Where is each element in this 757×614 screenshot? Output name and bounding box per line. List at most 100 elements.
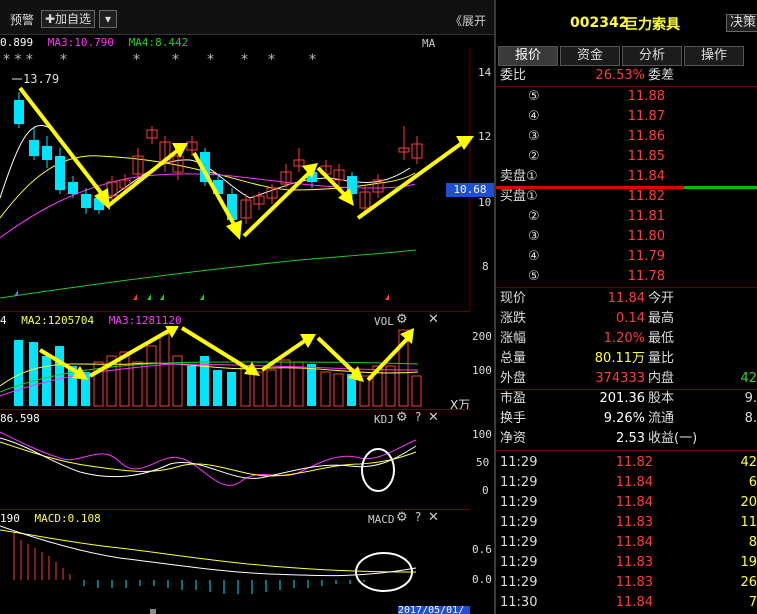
tick-row: 11:29 11.84 6: [496, 473, 757, 492]
sell-2[interactable]: ② 11.85: [496, 147, 757, 166]
alert-button[interactable]: 预警: [10, 11, 34, 28]
add-watchlist-button[interactable]: ✚加自选: [41, 10, 96, 28]
close-icon[interactable]: ✕: [428, 312, 439, 327]
candle: [14, 100, 24, 124]
weicha-label: 委差: [648, 68, 675, 83]
tab-funds[interactable]: 资金: [560, 46, 620, 66]
tick-time: 11:29: [500, 495, 538, 510]
sell-label: ③: [528, 129, 540, 144]
tab-quote[interactable]: 报价: [498, 46, 558, 66]
signal-marker: [133, 294, 137, 300]
tick-time: 11:29: [500, 475, 538, 490]
macd-chart[interactable]: [0, 522, 470, 606]
signal-marker: [385, 294, 389, 300]
quote-tabs: 报价 资金 分析 操作: [498, 46, 757, 66]
tick-price: 11.84: [615, 535, 653, 550]
star-mark: *: [60, 52, 67, 68]
stock-code: 002342: [570, 15, 629, 31]
stat-label: 总量: [500, 351, 527, 366]
y-tick: 10: [478, 196, 492, 209]
buy-price: 11.80: [627, 229, 665, 244]
stat-row: 外盘 374333 内盘 42: [496, 369, 757, 388]
stat-label: 涨幅: [500, 331, 527, 346]
candlestick-chart[interactable]: * * * * * * * * * * 13.79: [0, 48, 494, 310]
buy-2[interactable]: ② 11.81: [496, 207, 757, 226]
stat-value: 201.36: [599, 391, 646, 406]
sell-price: 11.86: [627, 129, 665, 144]
divider: [496, 450, 757, 451]
stat-value: 8.: [744, 411, 757, 426]
y-tick: 12: [478, 130, 492, 143]
stat-label: 现价: [500, 291, 527, 306]
stat-label: 换手: [500, 411, 527, 426]
sell-label: ④: [528, 109, 540, 124]
tick-volume: 6: [748, 475, 757, 490]
tick-volume: 7: [748, 595, 757, 610]
stat-row: 涨跌 0.14 最高: [496, 309, 757, 328]
buy-price: 11.79: [627, 249, 665, 264]
gear-icon[interactable]: ⚙: [396, 312, 408, 327]
tick-time: 11:29: [500, 455, 538, 470]
sell-price: 11.84: [627, 169, 665, 184]
star-mark: *: [207, 52, 214, 68]
stat-row: 换手 9.26% 流通 8.: [496, 409, 757, 428]
tab-analysis[interactable]: 分析: [622, 46, 682, 66]
chevron-down-icon: ▾: [104, 12, 112, 26]
quote-panel: 002342 巨力索具 决策 报价 资金 分析 操作 委比 26.53% 委差 …: [496, 0, 757, 614]
tab-operation[interactable]: 操作: [684, 46, 744, 66]
tick-price: 11.84: [615, 495, 653, 510]
tick-row: 11:30 11.84 7: [496, 593, 757, 612]
macd-cyan-bars: [83, 580, 365, 594]
decision-button[interactable]: 决策: [726, 14, 757, 32]
tick-row: 11:29 11.82 42: [496, 453, 757, 472]
sell-4[interactable]: ④ 11.87: [496, 107, 757, 126]
buy-3[interactable]: ③ 11.80: [496, 227, 757, 246]
star-mark: *: [133, 52, 140, 68]
expand-button[interactable]: 《展开: [450, 12, 486, 29]
tick-time: 11:29: [500, 515, 538, 530]
sell-1[interactable]: 卖盘① 11.84: [496, 167, 757, 186]
signal-marker: [147, 294, 151, 300]
stat-value: 0.14: [616, 311, 645, 326]
quote-header: 002342 巨力索具 决策: [496, 0, 757, 44]
vol-y-tick: 100: [472, 364, 492, 377]
buy-label: ③: [528, 229, 540, 244]
chart-area[interactable]: 预警 ✚加自选 ▾ 《展开 0.899 MA3:10.790 MA4:8.442…: [0, 0, 494, 614]
buy-5[interactable]: ⑤ 11.78: [496, 267, 757, 286]
buy-4[interactable]: ④ 11.79: [496, 247, 757, 266]
candle: [55, 156, 65, 190]
sell-5[interactable]: ⑤ 11.88: [496, 87, 757, 106]
tick-row: 11:29 11.84 8: [496, 533, 757, 552]
stat-value: 2.53: [616, 431, 645, 446]
high-label: 13.79: [23, 72, 59, 86]
y-tick: 14: [478, 66, 492, 79]
volume-chart[interactable]: [0, 326, 470, 408]
stat-label: 最高: [648, 311, 675, 326]
buy-label: ⑤: [528, 269, 540, 284]
signal-marker: [160, 294, 164, 300]
buy-price: 11.78: [627, 269, 665, 284]
tick-volume: 19: [740, 555, 757, 570]
buy-label: ④: [528, 249, 540, 264]
macd-y-tick: 0.0: [472, 573, 492, 586]
tick-row: 11:29 11.83 19: [496, 553, 757, 572]
stat-label: 股本: [648, 391, 675, 406]
star-mark: *: [241, 52, 248, 68]
sell-price: 11.88: [627, 89, 665, 104]
kdj-chart[interactable]: [0, 422, 470, 510]
sell-price: 11.85: [627, 149, 665, 164]
star-mark: *: [268, 52, 275, 68]
weibi-label: 委比: [500, 68, 527, 83]
macd-y-tick: 0.6: [472, 543, 492, 556]
stat-label: 今开: [648, 291, 675, 306]
buy-1[interactable]: 买盘① 11.82: [496, 187, 757, 206]
sell-3[interactable]: ③ 11.86: [496, 127, 757, 146]
tick-row: 11:29 11.84 20: [496, 493, 757, 512]
trend-arrows: [18, 86, 474, 240]
stat-label: 收益(一): [648, 431, 698, 446]
stat-value: 42: [740, 371, 757, 386]
tick-row: 11:29 11.83 11: [496, 513, 757, 532]
stat-label: 内盘: [648, 371, 675, 386]
dropdown-button[interactable]: ▾: [99, 10, 117, 28]
tick-price: 11.83: [615, 555, 653, 570]
